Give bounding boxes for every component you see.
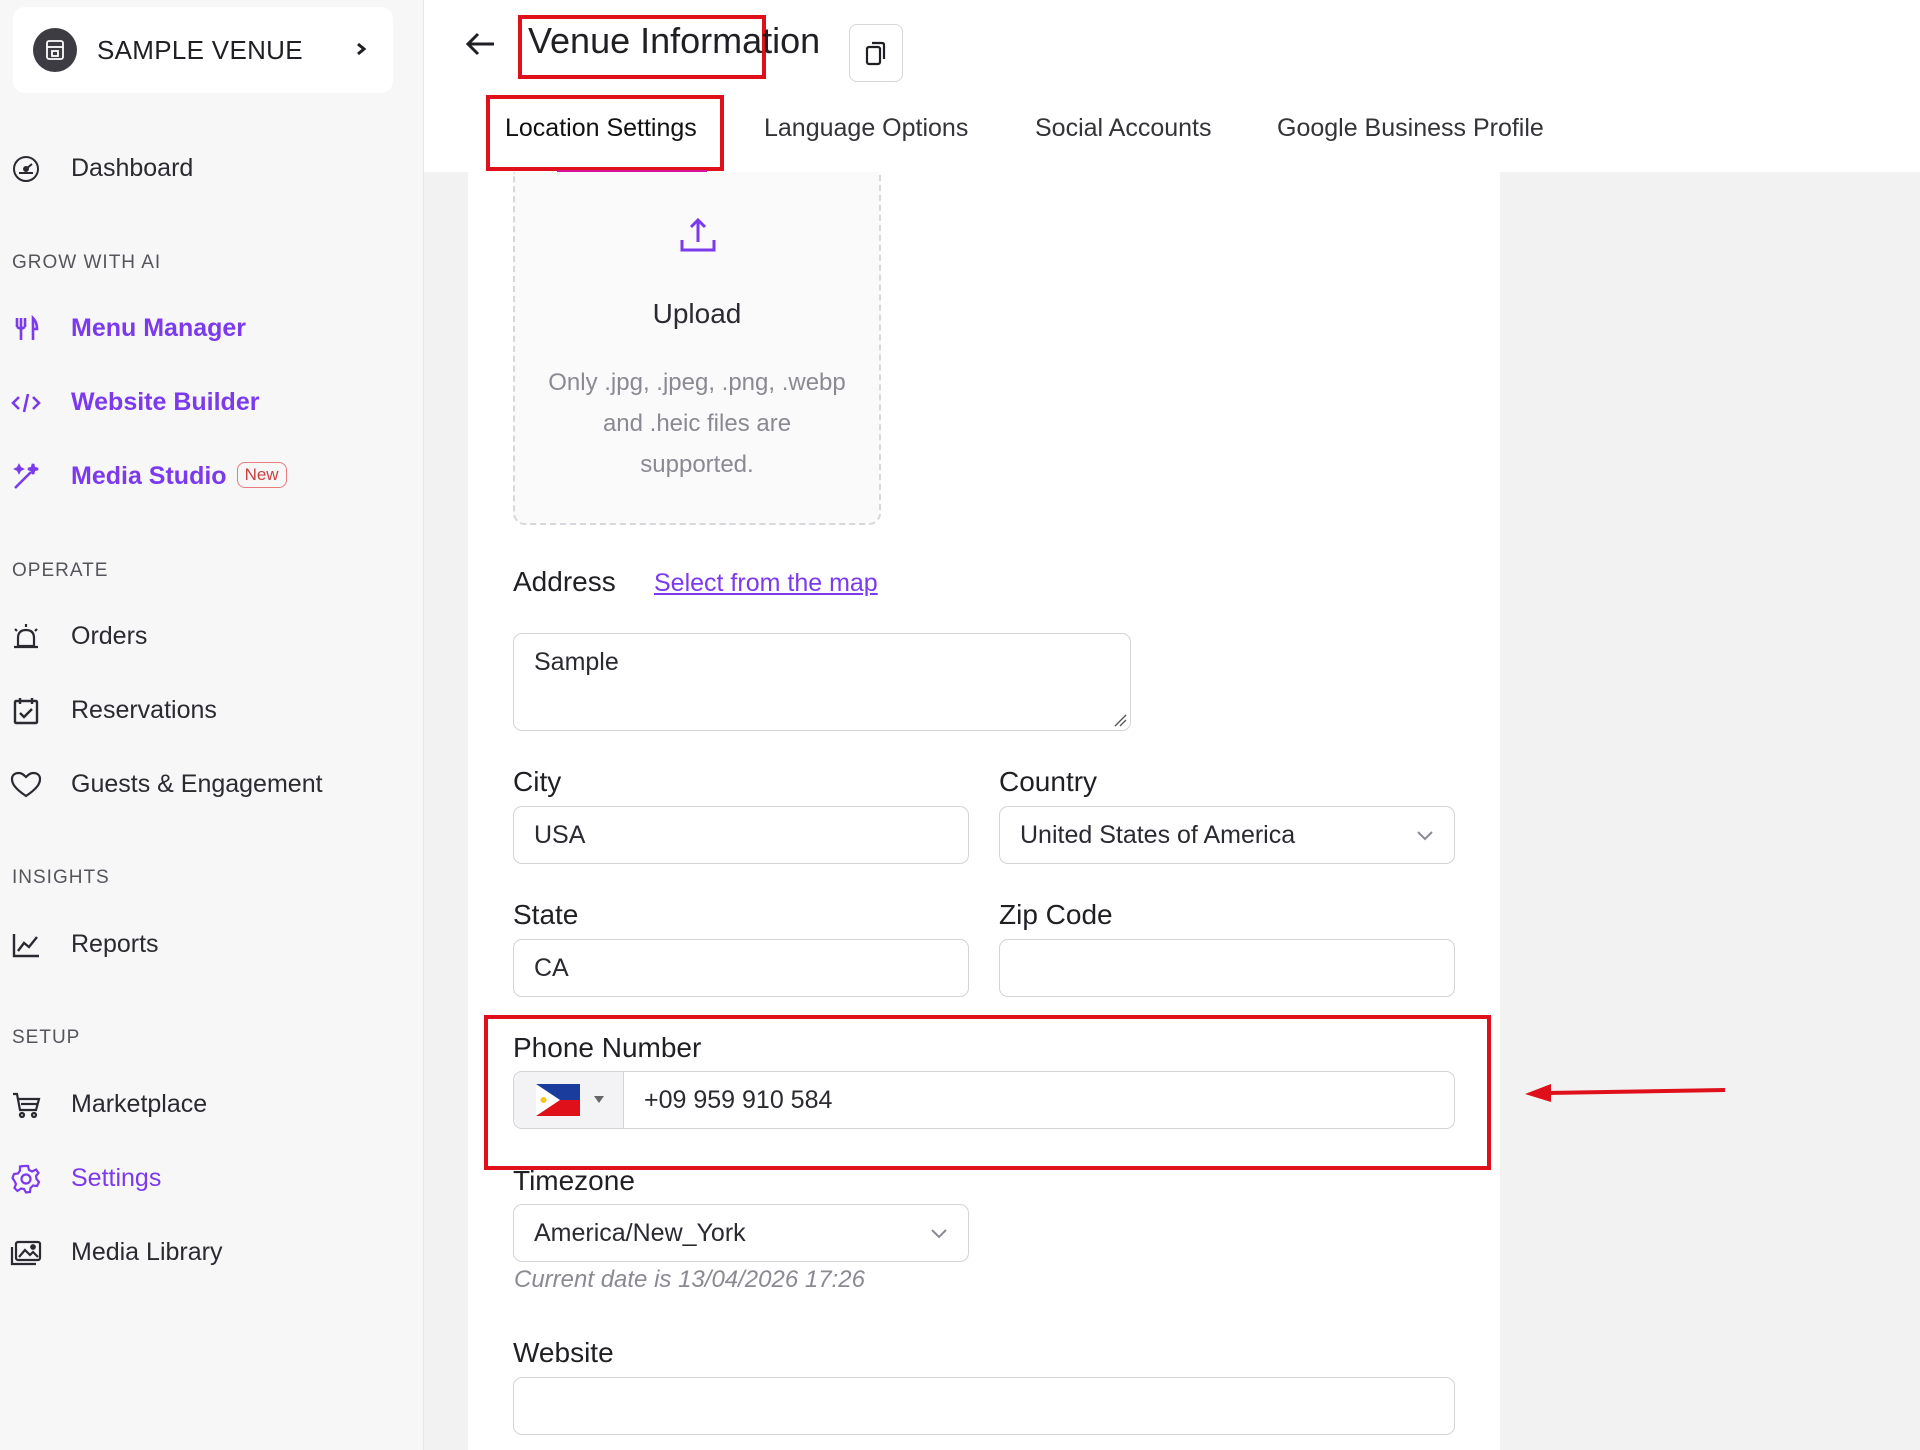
current-date-hint: Current date is 13/04/2026 17:26 xyxy=(514,1266,865,1293)
cutlery-icon xyxy=(10,313,42,345)
cart-icon xyxy=(10,1089,42,1121)
images-icon xyxy=(10,1237,42,1269)
website-label: Website xyxy=(513,1337,614,1368)
sidebar-item-orders[interactable]: Orders xyxy=(0,610,420,662)
country-select[interactable]: United States of America xyxy=(999,806,1455,864)
sidebar-item-dashboard[interactable]: Dashboard xyxy=(0,142,420,194)
sidebar-item-settings[interactable]: Settings xyxy=(0,1152,420,1204)
section-insights: INSIGHTS xyxy=(12,867,110,888)
sidebar-item-label: Settings xyxy=(71,1163,162,1192)
alarm-icon xyxy=(10,621,42,653)
address-label: Address xyxy=(513,566,616,597)
city-value: USA xyxy=(534,820,586,849)
select-from-map-link[interactable]: Select from the map xyxy=(654,569,878,598)
sidebar-item-label: Website Builder xyxy=(71,387,260,416)
sidebar-item-label: Dashboard xyxy=(71,153,194,182)
back-arrow-icon[interactable] xyxy=(460,26,500,62)
zip-code-field[interactable] xyxy=(999,939,1455,997)
tab-highlight-box xyxy=(486,95,724,171)
section-setup: SETUP xyxy=(12,1027,81,1048)
philippines-flag-icon xyxy=(536,1084,580,1116)
caret-down-icon xyxy=(594,1096,604,1103)
sidebar-item-marketplace[interactable]: Marketplace xyxy=(0,1078,420,1130)
sidebar-item-reports[interactable]: Reports xyxy=(0,918,420,970)
upload-title: Upload xyxy=(652,298,742,329)
phone-number-value: +09 959 910 584 xyxy=(644,1085,833,1114)
sidebar-item-reservations[interactable]: Reservations xyxy=(0,684,420,736)
website-field[interactable] xyxy=(513,1377,1455,1435)
resize-grip-icon[interactable] xyxy=(1113,713,1127,727)
zip-code-label: Zip Code xyxy=(999,899,1113,930)
address-field[interactable]: Sample xyxy=(513,633,1131,731)
new-badge: New xyxy=(236,461,287,488)
country-value: United States of America xyxy=(1020,820,1296,849)
chevron-right-icon xyxy=(357,42,367,56)
magic-wand-icon xyxy=(10,461,42,493)
annotation-arrow-icon xyxy=(1525,1084,1726,1102)
section-operate: OPERATE xyxy=(12,560,109,581)
copy-button[interactable] xyxy=(849,24,903,82)
sidebar-item-label-wrap: Media Studio New xyxy=(71,462,287,491)
state-label: State xyxy=(513,899,579,930)
sidebar-item-label: Guests & Engagement xyxy=(71,769,323,798)
city-label: City xyxy=(513,766,562,797)
sidebar-item-label: Orders xyxy=(71,621,148,650)
sidebar-item-menu-manager[interactable]: Menu Manager xyxy=(0,302,420,354)
phone-number-field[interactable]: +09 959 910 584 xyxy=(513,1071,1455,1129)
venue-name: SAMPLE VENUE xyxy=(97,34,303,65)
tab-google-business-profile[interactable]: Google Business Profile xyxy=(1277,114,1544,143)
sidebar-item-label: Media Studio xyxy=(71,461,227,490)
tab-language-options[interactable]: Language Options xyxy=(764,114,968,143)
calendar-check-icon xyxy=(10,695,42,727)
page-header: Venue Information Location Settings Lang… xyxy=(424,0,1920,172)
timezone-value: America/New_York xyxy=(534,1218,746,1247)
state-value: CA xyxy=(534,953,569,982)
sidebar-item-label: Marketplace xyxy=(71,1089,208,1118)
chevron-down-icon xyxy=(1417,831,1433,841)
upload-hint: Only .jpg, .jpeg, .png, .webp and .heic … xyxy=(548,369,846,478)
phone-number-label: Phone Number xyxy=(513,1032,702,1063)
sidebar: SAMPLE VENUE Dashboard GROW WITH AI Menu… xyxy=(0,0,424,1450)
upload-icon xyxy=(680,217,716,252)
sidebar-item-label: Media Library xyxy=(71,1237,223,1266)
state-field[interactable]: CA xyxy=(513,939,969,997)
sidebar-item-guests-engagement[interactable]: Guests & Engagement xyxy=(0,758,420,810)
timezone-select[interactable]: America/New_York xyxy=(513,1204,969,1262)
sidebar-item-label: Reservations xyxy=(71,695,217,724)
country-label: Country xyxy=(999,766,1098,797)
copy-icon xyxy=(865,41,886,66)
page-title: Venue Information xyxy=(528,20,821,61)
gear-icon xyxy=(10,1163,42,1195)
upload-dropzone[interactable]: Upload Only .jpg, .jpeg, .png, .webp and… xyxy=(513,172,881,525)
city-field[interactable]: USA xyxy=(513,806,969,864)
address-value: Sample xyxy=(534,648,619,676)
tab-social-accounts[interactable]: Social Accounts xyxy=(1035,114,1212,143)
section-grow-with-ai: GROW WITH AI xyxy=(12,252,162,273)
store-icon xyxy=(33,28,77,72)
venue-switcher[interactable]: SAMPLE VENUE xyxy=(13,7,393,93)
sidebar-item-media-library[interactable]: Media Library xyxy=(0,1226,420,1278)
sidebar-item-website-builder[interactable]: Website Builder xyxy=(0,376,420,428)
heart-icon xyxy=(10,769,42,801)
line-chart-icon xyxy=(10,929,42,961)
sidebar-item-label: Menu Manager xyxy=(71,313,247,342)
timezone-label: Timezone xyxy=(513,1165,635,1196)
sidebar-item-label: Reports xyxy=(71,929,159,958)
sidebar-item-media-studio[interactable]: Media Studio New xyxy=(0,450,420,502)
phone-country-select[interactable] xyxy=(514,1072,624,1128)
chevron-down-icon xyxy=(931,1229,947,1239)
code-icon xyxy=(10,387,42,419)
speedometer-icon xyxy=(10,153,42,185)
